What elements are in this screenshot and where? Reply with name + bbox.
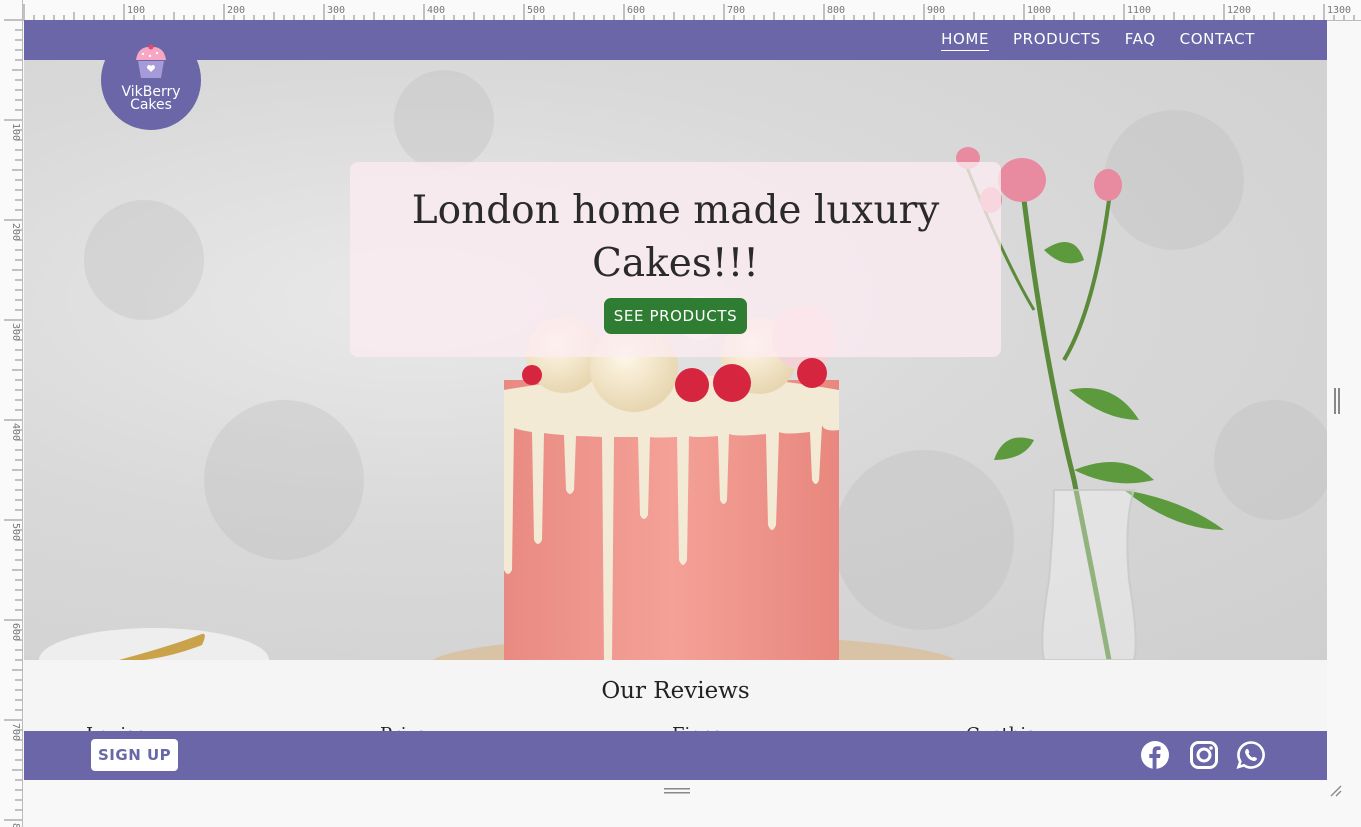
ruler-label: 500 — [527, 5, 545, 16]
resize-handle[interactable] — [664, 788, 690, 794]
logo-text: VikBerry Cakes — [101, 85, 201, 113]
hero-card: London home made luxury Cakes!!! SEE PRO… — [350, 162, 1001, 357]
reviews-title: Our Reviews — [601, 678, 750, 704]
ruler-label: 100 — [127, 5, 145, 16]
nav-links: HOME PRODUCTS FAQ CONTACT — [941, 20, 1255, 60]
ruler-label: 500 — [10, 523, 21, 541]
ruler-label: 1300 — [1327, 5, 1351, 16]
cupcake-icon — [136, 44, 166, 78]
navbar: HOME PRODUCTS FAQ CONTACT — [24, 20, 1327, 60]
footer-bar: SIGN UP — [24, 731, 1327, 780]
ruler-label: 400 — [10, 423, 21, 441]
sign-up-button[interactable]: SIGN UP — [91, 739, 179, 771]
see-products-button[interactable]: SEE PRODUCTS — [603, 298, 748, 334]
scrollbar-handle[interactable] — [1334, 388, 1340, 414]
instagram-icon[interactable] — [1189, 740, 1219, 770]
ruler-label: 1200 — [1227, 5, 1251, 16]
hero-banner: London home made luxury Cakes!!! SEE PRO… — [24, 60, 1327, 660]
nav-faq[interactable]: FAQ — [1125, 30, 1156, 50]
hero-title: London home made luxury Cakes!!! — [411, 188, 940, 286]
nav-home[interactable]: HOME — [941, 30, 990, 51]
ruler-label: 400 — [427, 5, 445, 16]
ruler-label: 600 — [627, 5, 645, 16]
reviews-section: Our Reviews Louise Priya Fiona Cynthia — [24, 660, 1327, 745]
nav-contact[interactable]: CONTACT — [1180, 30, 1255, 50]
ruler-label: 800 — [10, 823, 21, 827]
ruler-label: 1000 — [1027, 5, 1051, 16]
brand-logo[interactable]: VikBerry Cakes — [101, 30, 201, 130]
resize-corner-icon[interactable] — [1329, 784, 1343, 798]
page-viewport: London home made luxury Cakes!!! SEE PRO… — [24, 20, 1327, 780]
ruler-label: 600 — [10, 623, 21, 641]
logo-line2: Cakes — [130, 97, 172, 113]
facebook-icon[interactable] — [1140, 740, 1170, 770]
ruler-label: 100 — [10, 123, 21, 141]
ruler-label: 700 — [727, 5, 745, 16]
ruler-label: 700 — [10, 723, 21, 741]
ruler-label: 1100 — [1127, 5, 1151, 16]
ruler-label: 900 — [927, 5, 945, 16]
ruler-label: 300 — [10, 323, 21, 341]
nav-products[interactable]: PRODUCTS — [1013, 30, 1101, 50]
ruler-label: 800 — [827, 5, 845, 16]
ruler-top: 100 200 300 400 500 600 700 800 900 1000 1100 1200 1… — [0, 0, 1361, 21]
cake-photo — [39, 70, 1327, 660]
ruler-label: 200 — [227, 5, 245, 16]
whatsapp-icon[interactable] — [1236, 740, 1266, 770]
ruler-label: 300 — [327, 5, 345, 16]
ruler-left: 100 200 300 400 500 600 700 800 — [0, 0, 23, 827]
ruler-label: 200 — [10, 223, 21, 241]
